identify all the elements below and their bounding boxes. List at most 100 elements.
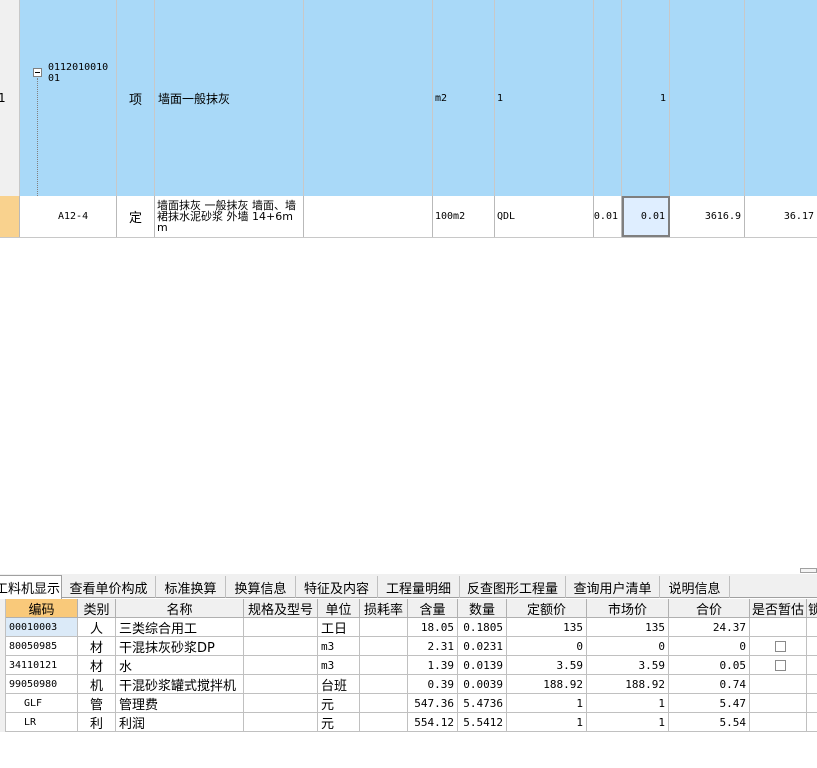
provisional-checkbox[interactable] [775, 659, 786, 671]
table-row[interactable]: 00010003 人 三类综合用工 工日 18.05 0.1805 135 13… [0, 618, 817, 637]
cell-market-price[interactable]: 135 [587, 618, 669, 637]
col-header-quota-price[interactable]: 定额价 [507, 599, 587, 618]
col-header-type[interactable]: 类别 [78, 599, 116, 618]
cell-spec[interactable] [244, 675, 318, 694]
cell-quota-price[interactable]: 188.92 [507, 675, 587, 694]
cell-lock[interactable] [807, 618, 817, 637]
col-header-market-price[interactable]: 市场价 [587, 599, 669, 618]
collapse-icon[interactable] [33, 68, 42, 77]
cell-name[interactable]: 利润 [116, 713, 244, 732]
col-header-total[interactable]: 合价 [669, 599, 750, 618]
code-cell[interactable]: 0112010010 01 [20, 0, 117, 196]
cell-quantity[interactable]: 0.0039 [458, 675, 507, 694]
cell-content[interactable]: 0.39 [408, 675, 458, 694]
table-row[interactable]: 99050980 机 干混砂浆罐式搅拌机 台班 0.39 0.0039 188.… [0, 675, 817, 694]
cell-code[interactable]: LR [6, 713, 78, 732]
table-row[interactable]: GLF 管 管理费 元 547.36 5.4736 1 1 5.47 [0, 694, 817, 713]
cell-content[interactable]: 2.31 [408, 637, 458, 656]
tab-features-content[interactable]: 特征及内容 [296, 576, 378, 598]
col-header-content[interactable]: 含量 [408, 599, 458, 618]
cell-quantity[interactable]: 0.0231 [458, 637, 507, 656]
cell-lock[interactable] [807, 694, 817, 713]
cell-lock[interactable] [807, 713, 817, 732]
cell-market-price[interactable]: 1 [587, 694, 669, 713]
tab-quantity-detail[interactable]: 工程量明细 [378, 576, 460, 598]
tab-description[interactable]: 说明信息 [660, 576, 730, 598]
cell-quantity[interactable]: 5.4736 [458, 694, 507, 713]
table-row[interactable]: 34110121 材 水 m3 1.39 0.0139 3.59 3.59 0.… [0, 656, 817, 675]
cell-total[interactable]: 5.54 [669, 713, 750, 732]
cell-name[interactable]: 三类综合用工 [116, 618, 244, 637]
cell-lock[interactable] [807, 675, 817, 694]
cell-type[interactable]: 利 [78, 713, 116, 732]
cell-total[interactable]: 24.37 [669, 618, 750, 637]
cell-quota-price[interactable]: 1 [507, 694, 587, 713]
cell-unit[interactable]: 台班 [318, 675, 360, 694]
expr-cell[interactable]: QDL [495, 196, 594, 237]
unit-price-cell[interactable] [670, 0, 745, 196]
cell-name[interactable]: 水 [116, 656, 244, 675]
cell-provisional[interactable] [750, 637, 807, 656]
total-cell[interactable] [745, 0, 817, 196]
cell-spec[interactable] [244, 656, 318, 675]
tab-unit-price-breakdown[interactable]: 查看单价构成 [62, 576, 156, 598]
cell-lock[interactable] [807, 637, 817, 656]
cell-quantity[interactable]: 0.0139 [458, 656, 507, 675]
cell-type[interactable]: 材 [78, 656, 116, 675]
name-cell[interactable]: 墙面抹灰 一般抹灰 墙面、墙裙抹水泥砂浆 外墙 14+6mm [155, 196, 304, 237]
cell-market-price[interactable]: 0 [587, 637, 669, 656]
cell-market-price[interactable]: 1 [587, 713, 669, 732]
cell-market-price[interactable]: 188.92 [587, 675, 669, 694]
unit-cell[interactable]: m2 [433, 0, 495, 196]
tab-graphic-quantity-lookup[interactable]: 反查图形工程量 [460, 576, 566, 598]
cell-quota-price[interactable]: 0 [507, 637, 587, 656]
col-header-unit[interactable]: 单位 [318, 599, 360, 618]
cell-type[interactable]: 管 [78, 694, 116, 713]
cell-code[interactable]: 00010003 [6, 618, 78, 637]
tab-labor-material-machine[interactable]: 工料机显示 [0, 575, 62, 599]
cell-total[interactable]: 0.74 [669, 675, 750, 694]
cell-name[interactable]: 干混砂浆罐式搅拌机 [116, 675, 244, 694]
table-row-quota-item[interactable]: A12-4 定 墙面抹灰 一般抹灰 墙面、墙裙抹水泥砂浆 外墙 14+6mm 1… [0, 196, 817, 238]
cell-quantity[interactable]: 0.1805 [458, 618, 507, 637]
cell-unit[interactable]: 元 [318, 713, 360, 732]
col-header-provisional[interactable]: 是否暂估 [750, 599, 807, 618]
cell-loss-rate[interactable] [360, 656, 408, 675]
cell-provisional[interactable] [750, 675, 807, 694]
cell-provisional[interactable] [750, 713, 807, 732]
cell-content[interactable]: 554.12 [408, 713, 458, 732]
cell-unit[interactable]: 工日 [318, 618, 360, 637]
splitter-handle[interactable] [800, 568, 817, 573]
coef-cell[interactable] [594, 0, 622, 196]
cell-code[interactable]: 80050985 [6, 637, 78, 656]
cell-name[interactable]: 干混抹灰砂浆DP [116, 637, 244, 656]
col-header-quantity[interactable]: 数量 [458, 599, 507, 618]
unit-price-cell[interactable]: 3616.9 [670, 196, 745, 237]
expr-cell[interactable]: 1 [495, 0, 594, 196]
cell-provisional[interactable] [750, 618, 807, 637]
cell-spec[interactable] [244, 694, 318, 713]
cell-total[interactable]: 0 [669, 637, 750, 656]
tab-conversion-info[interactable]: 换算信息 [226, 576, 296, 598]
cell-spec[interactable] [244, 637, 318, 656]
cell-total[interactable]: 5.47 [669, 694, 750, 713]
cell-content[interactable]: 1.39 [408, 656, 458, 675]
code-cell[interactable]: A12-4 [20, 196, 117, 237]
col-header-spec[interactable]: 规格及型号 [244, 599, 318, 618]
cell-lock[interactable] [807, 656, 817, 675]
table-row[interactable]: LR 利 利润 元 554.12 5.5412 1 1 5.54 [0, 713, 817, 732]
cell-content[interactable]: 18.05 [408, 618, 458, 637]
cell-code[interactable]: 34110121 [6, 656, 78, 675]
cell-unit[interactable]: 元 [318, 694, 360, 713]
cell-type[interactable]: 材 [78, 637, 116, 656]
spec-cell[interactable] [304, 196, 433, 237]
quantity-cell-selected[interactable]: 0.01 [622, 196, 670, 237]
cell-loss-rate[interactable] [360, 618, 408, 637]
cell-quota-price[interactable]: 135 [507, 618, 587, 637]
quantity-cell[interactable]: 1 [622, 0, 670, 196]
cell-spec[interactable] [244, 713, 318, 732]
cell-loss-rate[interactable] [360, 694, 408, 713]
category-cell[interactable]: 定 [117, 196, 155, 237]
table-row-bill-item[interactable]: 1 0112010010 01 项 墙面一般抹灰 m2 1 1 [0, 0, 817, 215]
col-header-code[interactable]: 编码 [6, 599, 78, 618]
